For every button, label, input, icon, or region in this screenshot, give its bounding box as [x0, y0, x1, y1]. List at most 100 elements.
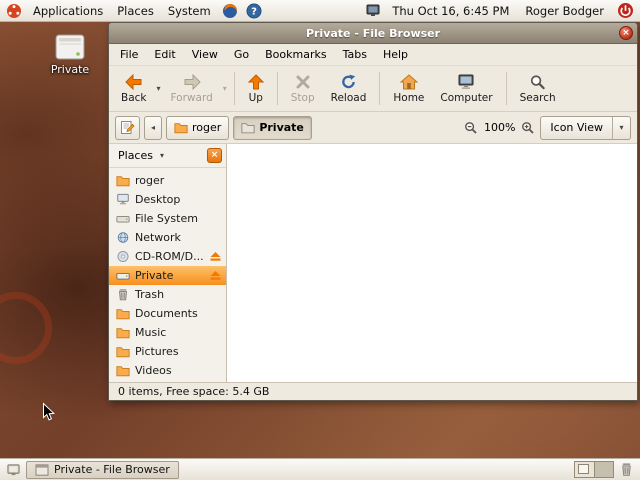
forward-history-dropdown-icon[interactable]: ▾ — [221, 84, 229, 93]
workspace-1[interactable] — [575, 462, 594, 477]
taskbar-window-label: Private - File Browser — [54, 463, 170, 476]
view-mode-select[interactable]: Icon View ▾ — [540, 116, 631, 140]
sidebar-item-music[interactable]: Music — [109, 323, 226, 342]
window-title: Private - File Browser — [109, 27, 637, 40]
search-button[interactable]: Search — [512, 72, 564, 106]
zoom-level: 100% — [483, 121, 516, 134]
folder-icon — [241, 122, 255, 134]
stop-icon — [295, 74, 311, 90]
desktop-icon-private[interactable]: Private — [44, 34, 96, 76]
stop-label: Stop — [291, 92, 315, 104]
up-label: Up — [249, 92, 263, 104]
trash-icon — [116, 288, 130, 301]
places-sidebar: Places ▾ × roger Desktop File System — [109, 144, 227, 382]
user-switcher[interactable]: Roger Bodger — [517, 4, 612, 18]
drive-icon — [44, 34, 96, 62]
sidebar-item-network[interactable]: Network — [109, 228, 226, 247]
zoom-out-button[interactable] — [464, 121, 478, 135]
menu-tabs[interactable]: Tabs — [335, 45, 375, 64]
sidebar-item-desktop[interactable]: Desktop — [109, 190, 226, 209]
forward-icon — [183, 74, 201, 90]
home-button[interactable]: Home — [385, 72, 432, 106]
window-icon — [35, 464, 49, 476]
chevron-down-icon: ▾ — [612, 117, 630, 139]
workspace-2[interactable] — [594, 462, 613, 477]
menu-file[interactable]: File — [112, 45, 146, 64]
workspace-switcher[interactable] — [574, 461, 614, 478]
sidebar-item-pictures[interactable]: Pictures — [109, 342, 226, 361]
toolbar: Back ▾ Forward ▾ Up Stop — [109, 66, 637, 112]
folder-icon — [116, 346, 130, 358]
computer-icon — [457, 74, 475, 90]
help-launcher-icon[interactable]: ? — [243, 3, 265, 19]
firefox-launcher-icon[interactable] — [219, 3, 241, 19]
sidebar-item-roger[interactable]: roger — [109, 171, 226, 190]
toolbar-separator — [277, 72, 278, 105]
sidebar-item-file-system[interactable]: File System — [109, 209, 226, 228]
computer-label: Computer — [440, 92, 492, 104]
back-icon — [125, 74, 143, 90]
stop-button[interactable]: Stop — [283, 72, 323, 106]
back-button[interactable]: Back — [113, 72, 155, 106]
menu-help[interactable]: Help — [375, 45, 416, 64]
sidebar-pane-select[interactable]: Places ▾ — [113, 147, 171, 164]
close-button[interactable]: × — [619, 26, 633, 40]
forward-button[interactable]: Forward — [163, 72, 221, 106]
back-history-dropdown-icon[interactable]: ▾ — [155, 84, 163, 93]
applications-menu[interactable]: Applications — [27, 2, 109, 20]
menu-go[interactable]: Go — [226, 45, 257, 64]
toolbar-separator — [506, 72, 507, 105]
sidebar-item-videos[interactable]: Videos — [109, 361, 226, 380]
wallpaper-emblem — [0, 292, 52, 364]
system-menu[interactable]: System — [162, 2, 217, 20]
sidebar-pane-label: Places — [118, 149, 153, 162]
toggle-location-entry-button[interactable] — [115, 116, 140, 140]
trash-applet-icon[interactable] — [616, 462, 637, 477]
path-scroll-left-button[interactable]: ◂ — [144, 116, 162, 140]
home-label: Home — [393, 92, 424, 104]
menu-bookmarks[interactable]: Bookmarks — [257, 45, 334, 64]
display-applet-icon[interactable] — [362, 3, 384, 18]
menubar: File Edit View Go Bookmarks Tabs Help — [109, 44, 637, 66]
sidebar-close-button[interactable]: × — [207, 148, 222, 163]
titlebar[interactable]: Private - File Browser × — [109, 23, 637, 44]
eject-button[interactable] — [209, 270, 222, 281]
chevron-down-icon: ▾ — [158, 151, 166, 160]
view-mode-value: Icon View — [541, 121, 612, 134]
folder-icon — [116, 365, 130, 377]
toolbar-separator — [379, 72, 380, 105]
eject-button[interactable] — [209, 251, 222, 262]
zoom-in-button[interactable] — [521, 121, 535, 135]
path-button-private[interactable]: Private — [233, 116, 312, 140]
reload-button[interactable]: Reload — [323, 72, 375, 106]
clock[interactable]: Thu Oct 16, 6:45 PM — [386, 4, 515, 18]
reload-icon — [340, 74, 357, 90]
path-label: Private — [259, 121, 304, 134]
sidebar-header: Places ▾ × — [109, 144, 226, 168]
top-panel: Applications Places System ? Thu Oct 16,… — [0, 0, 640, 22]
statusbar: 0 items, Free space: 5.4 GB — [109, 383, 637, 400]
file-view-pane[interactable] — [227, 144, 637, 382]
sidebar-item-trash[interactable]: Trash — [109, 285, 226, 304]
ubuntu-logo-icon — [3, 3, 25, 19]
up-button[interactable]: Up — [240, 72, 272, 106]
sidebar-item-documents[interactable]: Documents — [109, 304, 226, 323]
sidebar-item-cdrom[interactable]: CD-ROM/D... — [109, 247, 226, 266]
places-menu[interactable]: Places — [111, 2, 160, 20]
search-label: Search — [520, 92, 556, 104]
menu-view[interactable]: View — [184, 45, 226, 64]
desktop-icon-label: Private — [44, 63, 96, 76]
taskbar-window-button[interactable]: Private - File Browser — [26, 461, 179, 479]
search-icon — [529, 74, 546, 90]
home-icon — [400, 74, 418, 90]
menu-edit[interactable]: Edit — [146, 45, 183, 64]
chevron-left-icon: ◂ — [149, 123, 157, 132]
folder-icon — [116, 308, 130, 320]
computer-button[interactable]: Computer — [432, 72, 500, 106]
sidebar-item-private[interactable]: Private — [109, 266, 226, 285]
show-desktop-button[interactable] — [3, 463, 24, 477]
location-bar: ◂ roger Private 100% Icon View ▾ — [109, 112, 637, 144]
power-button-icon[interactable] — [614, 2, 637, 19]
cd-disc-icon — [116, 250, 130, 263]
path-button-roger[interactable]: roger — [166, 116, 229, 140]
